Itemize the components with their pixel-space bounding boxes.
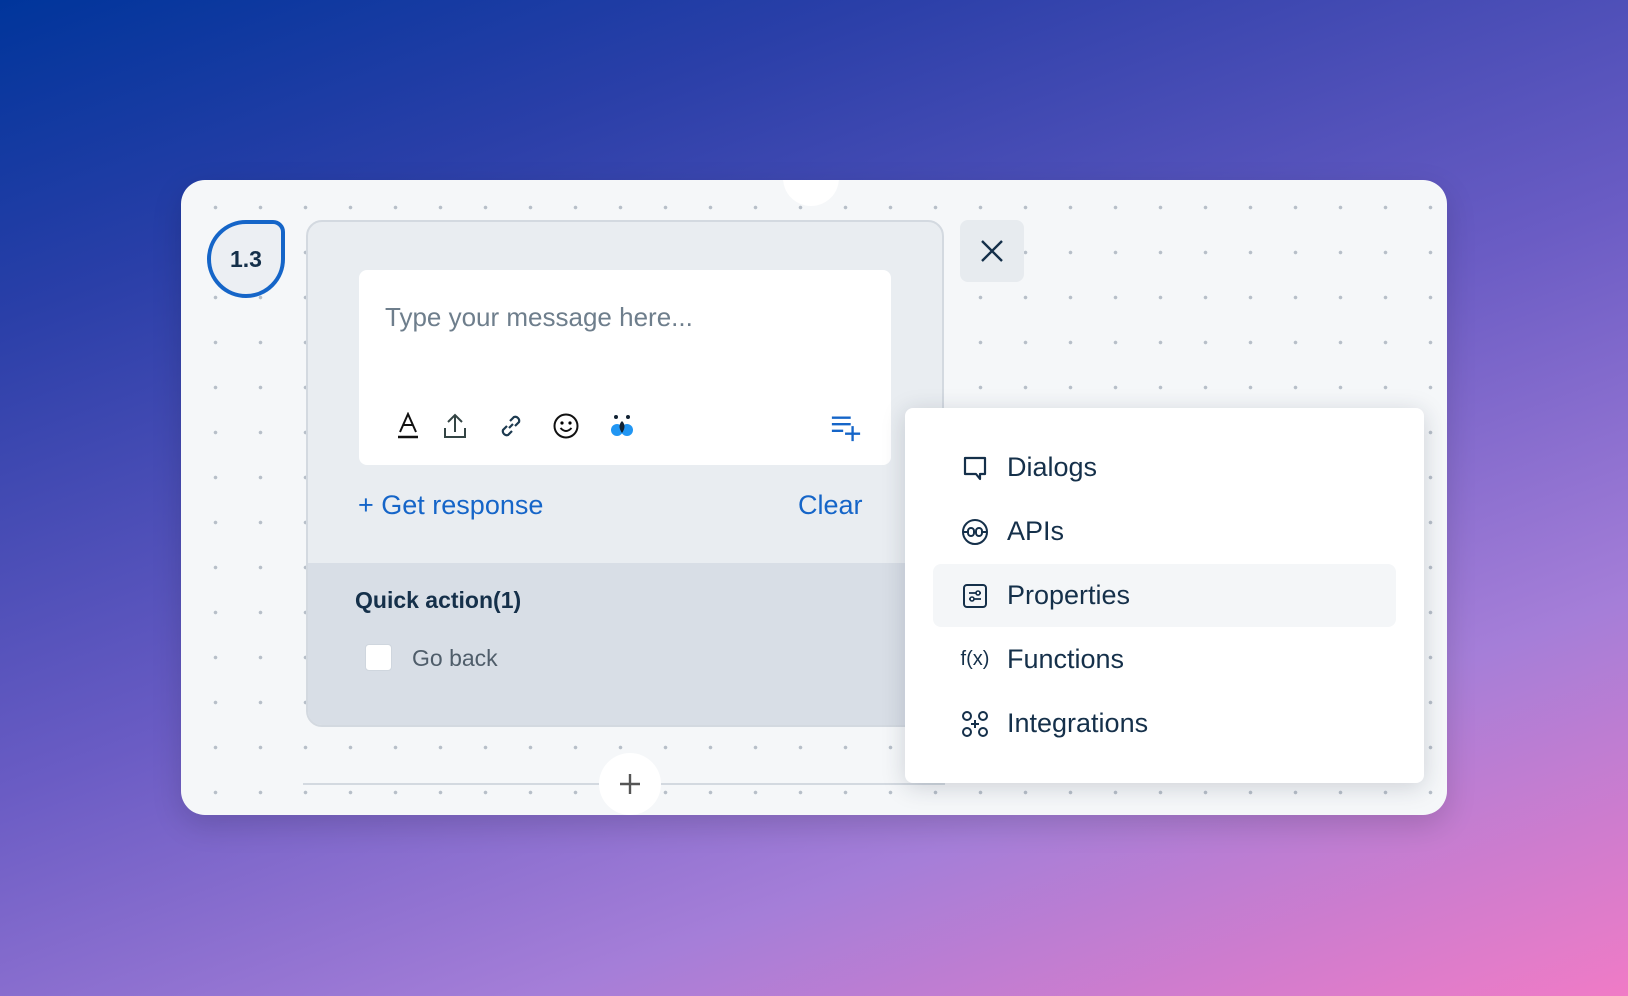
link-icon[interactable]	[495, 410, 527, 442]
go-back-label: Go back	[412, 645, 498, 671]
go-back-checkbox[interactable]	[365, 644, 392, 671]
menu-item-apis[interactable]: APIs	[933, 500, 1396, 563]
ai-assistant-icon[interactable]	[606, 410, 638, 442]
add-node-button[interactable]	[599, 753, 661, 815]
menu-item-dialogs[interactable]: Dialogs	[933, 436, 1396, 499]
quick-actions-title: Quick action(1)	[355, 587, 522, 613]
emoji-icon[interactable]	[550, 410, 582, 442]
message-input[interactable]: Type your message here...	[359, 270, 891, 465]
close-button[interactable]	[960, 220, 1024, 282]
top-connector[interactable]	[783, 180, 839, 206]
menu-item-properties[interactable]: Properties	[933, 564, 1396, 627]
message-placeholder: Type your message here...	[385, 302, 693, 332]
upload-icon[interactable]	[439, 410, 471, 442]
menu-item-functions[interactable]: f(x) Functions	[933, 628, 1396, 691]
text-format-icon[interactable]	[392, 410, 424, 442]
node-badge: 1.3	[207, 220, 285, 298]
menu-item-integrations[interactable]: Integrations	[933, 692, 1396, 755]
close-icon	[981, 240, 1003, 262]
get-response-button[interactable]: + Get response	[358, 490, 543, 521]
clear-button[interactable]: Clear	[798, 490, 863, 521]
quick-actions-section: Quick action(1) Go back	[308, 563, 942, 725]
function-icon: f(x)	[960, 648, 990, 670]
sliders-icon	[959, 580, 991, 612]
api-icon	[959, 516, 991, 548]
chat-bubble-icon	[959, 452, 991, 484]
node-panel: Type your message here... + Get response…	[306, 220, 944, 727]
add-list-icon[interactable]	[830, 412, 862, 444]
add-menu: Dialogs APIs Properties f(x) Functions I…	[905, 408, 1424, 783]
integrations-icon	[959, 708, 991, 740]
plus-icon	[620, 774, 640, 794]
